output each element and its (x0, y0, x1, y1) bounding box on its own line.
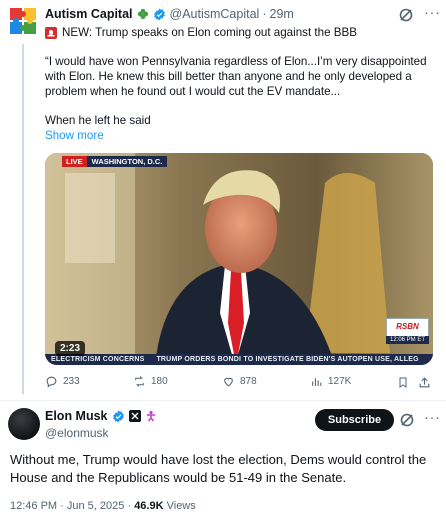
views-count: 46.9K (134, 500, 164, 512)
video-player[interactable]: LIVE WASHINGTON, D.C. RSBN 12:06 PM ET E… (45, 153, 433, 365)
headline-line: NEW: Trump speaks on Elon coming out aga… (45, 25, 430, 40)
tweet-time[interactable]: 29m (270, 7, 294, 21)
tweet-time[interactable]: 12:46 PM (10, 500, 57, 512)
show-more-link[interactable]: Show more (45, 129, 104, 142)
quote-text: “I would have won Pennsylvania regardles… (45, 55, 427, 98)
video-thumbnail (45, 153, 433, 365)
author-handle[interactable]: @elonmusk (45, 426, 109, 440)
quote-tail-text: When he left he said (45, 114, 151, 127)
tweet-body: NEW: Trump speaks on Elon coming out aga… (45, 25, 430, 128)
tweet-divider (0, 400, 446, 401)
like-button[interactable]: 878 (222, 375, 257, 388)
author-name[interactable]: Autism Capital (45, 7, 133, 21)
action-bar: 233 180 878 127K (45, 375, 433, 391)
repost-button[interactable]: 180 (133, 375, 168, 388)
parent-tweet[interactable]: Autism Capital @AutismCapital · 29m ··· … (0, 0, 446, 400)
separator-dot: · (127, 500, 132, 512)
ticker-right: TRUMP ORDERS BONDI TO INVESTIGATE BIDEN'… (156, 356, 419, 363)
network-logo: RSBN (396, 322, 419, 331)
grok-icon[interactable] (399, 412, 415, 428)
avatar[interactable] (8, 408, 40, 440)
views-button[interactable]: 127K (310, 375, 351, 388)
verified-icon[interactable] (153, 8, 166, 21)
network-clock: 12:06 PM ET (386, 336, 429, 344)
heart-icon (224, 377, 233, 387)
video-duration: 2:23 (55, 341, 86, 356)
grok-icon[interactable] (398, 7, 414, 23)
author-handle[interactable]: @AutismCapital (170, 7, 260, 21)
views-label: Views (166, 500, 196, 512)
main-tweet-header: Elon Musk (45, 409, 157, 423)
ticker-left: ELECTRICISM CONCERNS (51, 356, 145, 363)
share-icon[interactable] (418, 376, 431, 389)
parent-tweet-header: Autism Capital @AutismCapital · 29m (45, 7, 294, 21)
clover-icon (137, 8, 148, 20)
reply-count: 233 (63, 376, 80, 387)
like-count: 878 (240, 376, 257, 387)
separator-dot: · (60, 500, 64, 512)
x-badge-icon[interactable] (128, 410, 141, 422)
views-icon (312, 378, 322, 386)
separator-dot: · (262, 7, 267, 21)
bookmark-icon[interactable] (397, 376, 409, 389)
verified-icon[interactable] (112, 410, 125, 423)
reply-icon (46, 376, 57, 388)
repost-icon (135, 376, 144, 387)
accessibility-icon (146, 410, 155, 422)
author-name[interactable]: Elon Musk (45, 409, 108, 423)
reply-button[interactable]: 233 (45, 375, 80, 388)
repost-count: 180 (151, 376, 168, 387)
location-label: WASHINGTON, D.C. (86, 156, 168, 167)
more-icon[interactable]: ··· (424, 4, 441, 20)
more-icon[interactable]: ··· (424, 409, 441, 425)
news-ticker: ELECTRICISM CONCERNS TRUMP ORDERS BONDI … (45, 354, 433, 365)
headline-text: NEW: Trump speaks on Elon coming out aga… (62, 26, 357, 39)
subscribe-button[interactable]: Subscribe (315, 409, 394, 431)
live-banner: LIVE WASHINGTON, D.C. (62, 156, 168, 167)
tweet-text: Without me, Trump would have lost the el… (10, 452, 427, 485)
siren-icon (45, 26, 57, 39)
network-bug: RSBN 12:06 PM ET (386, 318, 429, 344)
view-count: 127K (328, 376, 352, 387)
tweet-date[interactable]: Jun 5, 2025 (67, 500, 125, 512)
puzzle-avatar-icon[interactable] (8, 6, 38, 36)
tweet-meta: 12:46 PM · Jun 5, 2025 · 46.9K Views (10, 500, 196, 512)
live-badge: LIVE (62, 156, 87, 167)
